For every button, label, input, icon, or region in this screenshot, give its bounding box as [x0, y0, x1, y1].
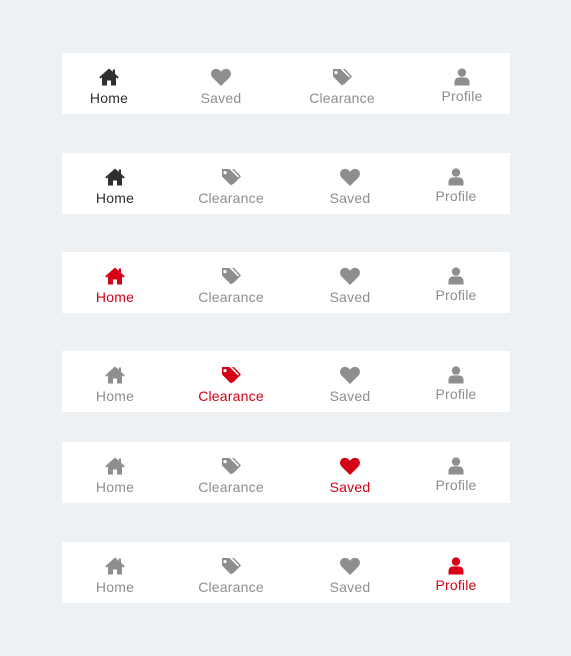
- user-icon: [445, 366, 467, 384]
- tab-home[interactable]: Home: [95, 252, 135, 313]
- tab-label: Clearance: [198, 388, 264, 404]
- tab-saved[interactable]: Saved: [329, 542, 371, 603]
- tab-bar-variant-6: Home Clearance Saved Profile: [62, 542, 510, 603]
- tab-label: Profile: [435, 477, 477, 493]
- tags-icon: [220, 167, 242, 187]
- tab-saved[interactable]: Saved: [329, 153, 371, 214]
- heart-icon: [210, 67, 232, 87]
- tab-saved[interactable]: Saved: [329, 252, 371, 313]
- tab-profile[interactable]: Profile: [435, 442, 477, 503]
- heart-icon: [339, 456, 361, 476]
- tab-clearance[interactable]: Clearance: [309, 53, 375, 114]
- home-icon: [104, 556, 126, 576]
- tab-label: Saved: [200, 90, 242, 106]
- tab-label: Clearance: [198, 190, 264, 206]
- tab-label: Home: [89, 90, 129, 106]
- home-icon: [104, 365, 126, 385]
- tab-label: Saved: [329, 579, 371, 595]
- user-icon: [445, 557, 467, 575]
- tab-label: Profile: [435, 386, 477, 402]
- tags-icon: [331, 67, 353, 87]
- tab-label: Saved: [329, 190, 371, 206]
- tab-bar-variant-2: Home Clearance Saved Profile: [62, 153, 510, 214]
- tab-profile[interactable]: Profile: [435, 252, 477, 313]
- home-icon: [104, 167, 126, 187]
- tab-profile[interactable]: Profile: [435, 542, 477, 603]
- tab-label: Profile: [435, 287, 477, 303]
- tags-icon: [220, 556, 242, 576]
- tab-label: Clearance: [309, 90, 375, 106]
- tab-home[interactable]: Home: [89, 53, 129, 114]
- home-icon: [104, 266, 126, 286]
- heart-icon: [339, 365, 361, 385]
- tags-icon: [220, 365, 242, 385]
- home-icon: [98, 67, 120, 87]
- tab-label: Home: [95, 388, 135, 404]
- tab-clearance[interactable]: Clearance: [198, 542, 264, 603]
- heart-icon: [339, 556, 361, 576]
- tab-saved[interactable]: Saved: [329, 351, 371, 412]
- tab-label: Home: [95, 479, 135, 495]
- tab-clearance[interactable]: Clearance: [198, 252, 264, 313]
- tab-home[interactable]: Home: [95, 442, 135, 503]
- tab-bar-variant-3: Home Clearance Saved Profile: [62, 252, 510, 313]
- tab-bar-variant-1: Home Saved Clearance Profile: [62, 53, 510, 114]
- tab-profile[interactable]: Profile: [441, 53, 483, 114]
- home-icon: [104, 456, 126, 476]
- tab-home[interactable]: Home: [95, 153, 135, 214]
- tab-home[interactable]: Home: [95, 542, 135, 603]
- tab-clearance[interactable]: Clearance: [198, 153, 264, 214]
- tab-label: Home: [95, 190, 135, 206]
- user-icon: [445, 267, 467, 285]
- tab-bar-variant-4: Home Clearance Saved Profile: [62, 351, 510, 412]
- tab-saved[interactable]: Saved: [329, 442, 371, 503]
- tags-icon: [220, 266, 242, 286]
- tab-clearance[interactable]: Clearance: [198, 442, 264, 503]
- tab-label: Saved: [329, 388, 371, 404]
- tab-label: Home: [95, 579, 135, 595]
- tab-profile[interactable]: Profile: [435, 351, 477, 412]
- tab-label: Clearance: [198, 479, 264, 495]
- tab-bar-variant-5: Home Clearance Saved Profile: [62, 442, 510, 503]
- tab-saved[interactable]: Saved: [200, 53, 242, 114]
- tab-label: Clearance: [198, 579, 264, 595]
- user-icon: [445, 457, 467, 475]
- tab-label: Profile: [441, 88, 483, 104]
- tags-icon: [220, 456, 242, 476]
- tab-profile[interactable]: Profile: [435, 153, 477, 214]
- tab-label: Home: [95, 289, 135, 305]
- tab-label: Saved: [329, 479, 371, 495]
- heart-icon: [339, 266, 361, 286]
- heart-icon: [339, 167, 361, 187]
- tab-label: Profile: [435, 188, 477, 204]
- tab-label: Saved: [329, 289, 371, 305]
- tab-label: Profile: [435, 577, 477, 593]
- tab-clearance[interactable]: Clearance: [198, 351, 264, 412]
- user-icon: [451, 68, 473, 86]
- tab-home[interactable]: Home: [95, 351, 135, 412]
- tab-label: Clearance: [198, 289, 264, 305]
- user-icon: [445, 168, 467, 186]
